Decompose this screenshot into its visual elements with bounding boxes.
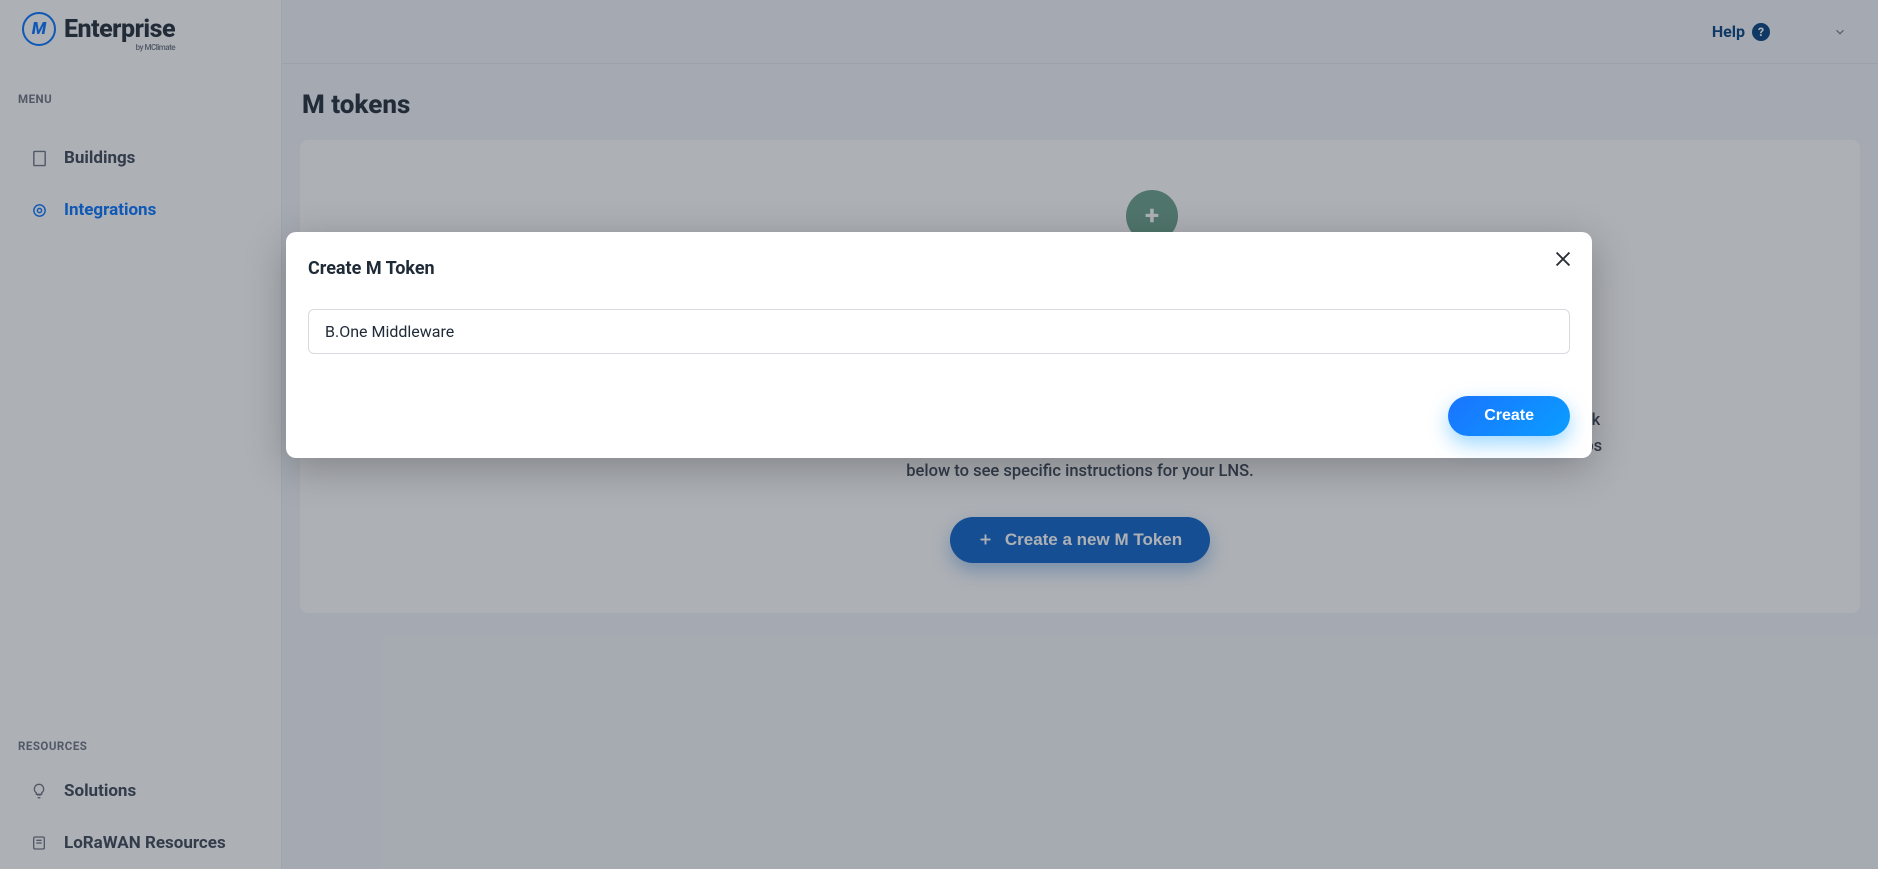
app-root: M Enterprise by MClimate MENU Buildings … [0, 0, 1878, 869]
close-icon [1552, 248, 1574, 270]
modal-title: Create M Token [308, 258, 1570, 279]
token-name-input[interactable] [308, 309, 1570, 354]
create-token-modal: Create M Token Create [286, 232, 1592, 458]
modal-overlay[interactable]: Create M Token Create [0, 0, 1878, 869]
create-button[interactable]: Create [1448, 396, 1570, 436]
modal-footer: Create [308, 396, 1570, 436]
close-button[interactable] [1548, 244, 1578, 274]
